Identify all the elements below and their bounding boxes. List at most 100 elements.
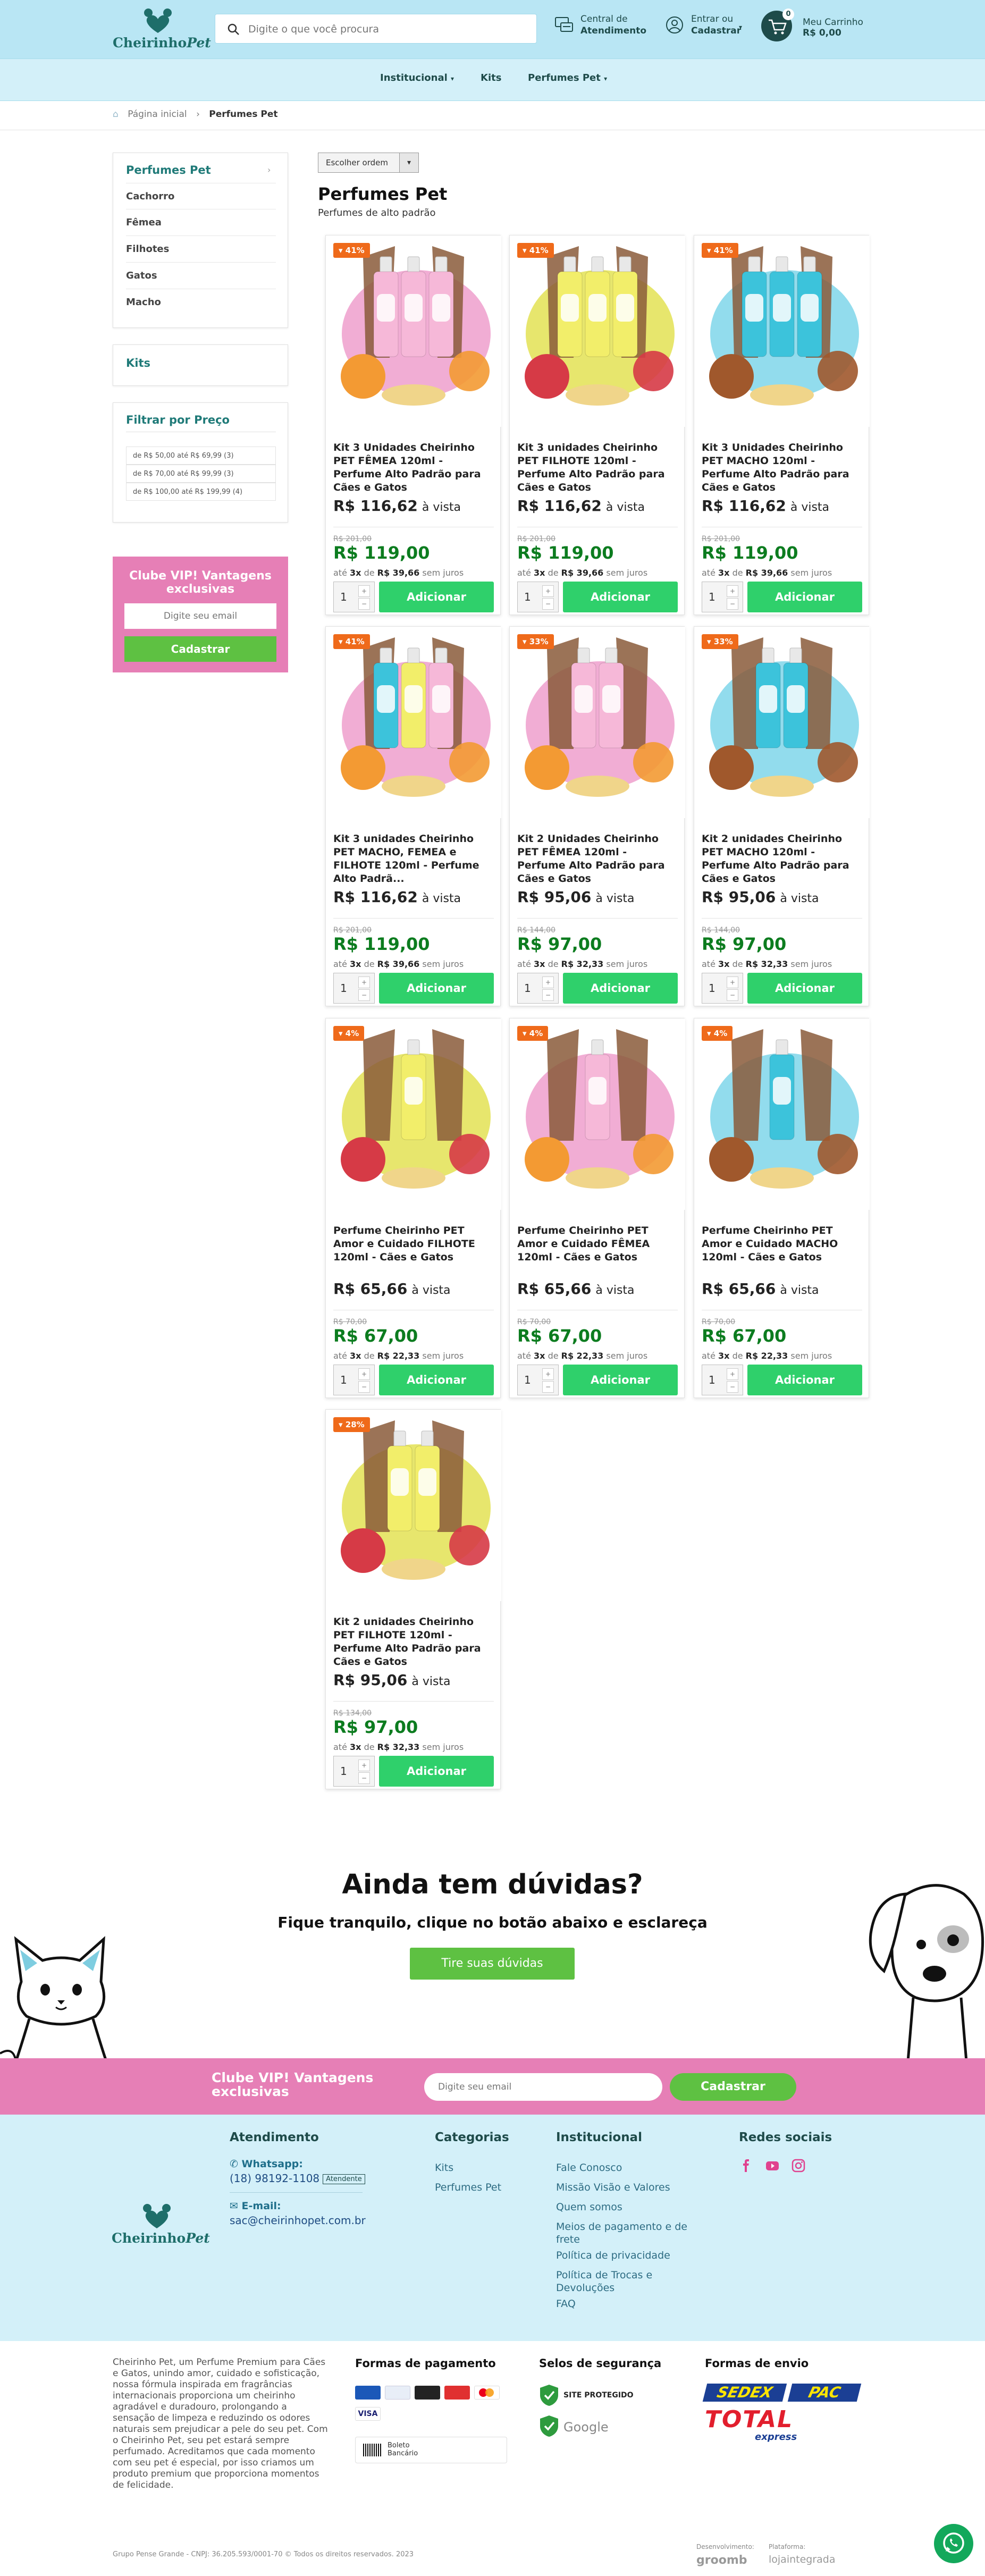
add-to-cart-button[interactable]: Adicionar bbox=[379, 973, 494, 1004]
quantity-stepper[interactable]: 1 + − bbox=[333, 1756, 375, 1787]
quantity-value[interactable]: 1 bbox=[709, 982, 715, 995]
facebook-icon[interactable] bbox=[739, 2158, 754, 2173]
quantity-stepper[interactable]: 1 + − bbox=[333, 1365, 375, 1395]
add-to-cart-button[interactable]: Adicionar bbox=[563, 973, 678, 1004]
quantity-value[interactable]: 1 bbox=[340, 1765, 347, 1778]
quantity-stepper[interactable]: 1 + − bbox=[517, 973, 559, 1004]
site-logo[interactable]: CheirinhoPet bbox=[113, 7, 211, 51]
footer-link[interactable]: Política de Trocas e bbox=[556, 2269, 687, 2282]
product-name[interactable]: Perfume Cheirinho PET Amor e Cuidado MAC… bbox=[702, 1224, 862, 1278]
quantity-value[interactable]: 1 bbox=[340, 982, 347, 995]
product-card[interactable]: ▾ 4% Perfume Cheirinho PET Amor e Cuidad… bbox=[694, 1018, 870, 1398]
footer-link[interactable]: Devoluções bbox=[556, 2282, 687, 2294]
product-image[interactable] bbox=[694, 627, 870, 818]
add-to-cart-button[interactable]: Adicionar bbox=[379, 1365, 494, 1395]
add-to-cart-button[interactable]: Adicionar bbox=[747, 582, 862, 612]
instagram-icon[interactable] bbox=[791, 2158, 806, 2173]
product-image[interactable] bbox=[510, 627, 685, 818]
product-card[interactable]: ▾ 33% Kit 2 Unidades Cheirinho PET FÊMEA… bbox=[509, 626, 685, 1006]
increment-icon[interactable]: + bbox=[358, 585, 370, 597]
product-card[interactable]: ▾ 41% Kit 3 unidades Cheirinho PET FILHO… bbox=[509, 235, 685, 615]
footer-link[interactable]: Kits bbox=[435, 2158, 509, 2178]
chevron-right-icon[interactable]: › bbox=[267, 165, 271, 175]
increment-icon[interactable]: + bbox=[358, 976, 370, 988]
nav-item-perfumes-pet[interactable]: Perfumes Pet ▾ bbox=[528, 72, 607, 83]
add-to-cart-button[interactable]: Adicionar bbox=[379, 1756, 494, 1787]
product-image[interactable] bbox=[326, 235, 501, 427]
decrement-icon[interactable]: − bbox=[542, 598, 554, 610]
decrement-icon[interactable]: − bbox=[358, 1381, 370, 1393]
product-card[interactable]: ▾ 28% Kit 2 unidades Cheirinho PET FILHO… bbox=[325, 1409, 501, 1789]
email-address[interactable]: sac@cheirinhopet.com.br bbox=[230, 2214, 389, 2227]
quantity-stepper[interactable]: 1 + − bbox=[702, 973, 743, 1004]
vip-signup-button[interactable]: Cadastrar bbox=[124, 636, 276, 662]
product-name[interactable]: Kit 3 Unidades Cheirinho PET MACHO 120ml… bbox=[702, 441, 862, 495]
quantity-stepper[interactable]: 1 + − bbox=[517, 1365, 559, 1395]
nav-item-kits[interactable]: Kits bbox=[481, 72, 501, 83]
product-name[interactable]: Kit 2 Unidades Cheirinho PET FÊMEA 120ml… bbox=[517, 832, 678, 887]
product-card[interactable]: ▾ 41% Kit 3 unidades Cheirinho PET MACHO… bbox=[325, 626, 501, 1006]
newsletter-email-input[interactable] bbox=[424, 2073, 662, 2101]
add-to-cart-button[interactable]: Adicionar bbox=[379, 582, 494, 612]
quantity-value[interactable]: 1 bbox=[709, 1374, 715, 1386]
decrement-icon[interactable]: − bbox=[727, 989, 738, 1001]
youtube-icon[interactable] bbox=[765, 2158, 780, 2173]
vip-email-input[interactable] bbox=[124, 603, 276, 629]
groomb-logo[interactable]: groomb bbox=[696, 2554, 747, 2567]
decrement-icon[interactable]: − bbox=[542, 989, 554, 1001]
footer-link[interactable]: Política de privacidade bbox=[556, 2246, 687, 2266]
product-image[interactable] bbox=[510, 235, 685, 427]
search-input[interactable] bbox=[248, 18, 525, 41]
quantity-stepper[interactable]: 1 + − bbox=[333, 582, 375, 612]
add-to-cart-button[interactable]: Adicionar bbox=[563, 582, 678, 612]
sidebar-item-filhotes[interactable]: Filhotes bbox=[126, 236, 276, 263]
increment-icon[interactable]: + bbox=[358, 1760, 370, 1771]
sidebar-item-cachorro[interactable]: Cachorro bbox=[126, 183, 276, 209]
nav-item-institucional[interactable]: Institucional ▾ bbox=[380, 72, 454, 83]
home-icon[interactable]: ⌂ bbox=[113, 109, 119, 120]
whatsapp-number[interactable]: (18) 98192-1108 Atendente bbox=[230, 2172, 389, 2185]
product-name[interactable]: Perfume Cheirinho PET Amor e Cuidado FÊM… bbox=[517, 1224, 678, 1278]
product-card[interactable]: ▾ 33% Kit 2 unidades Cheirinho PET MACHO… bbox=[694, 626, 870, 1006]
price-range-option[interactable]: de R$ 70,00 até R$ 99,99 (3) bbox=[126, 465, 276, 483]
increment-icon[interactable]: + bbox=[727, 585, 738, 597]
product-name[interactable]: Kit 2 unidades Cheirinho PET MACHO 120ml… bbox=[702, 832, 862, 887]
sidebar-item-gatos[interactable]: Gatos bbox=[126, 263, 276, 289]
category-title[interactable]: Perfumes Pet bbox=[126, 164, 211, 176]
decrement-icon[interactable]: − bbox=[358, 989, 370, 1001]
price-range-option[interactable]: de R$ 100,00 até R$ 199,99 (4) bbox=[126, 483, 276, 501]
quantity-value[interactable]: 1 bbox=[524, 1374, 531, 1386]
decrement-icon[interactable]: − bbox=[542, 1381, 554, 1393]
sidebar-item-femea[interactable]: Fêmea bbox=[126, 209, 276, 236]
quantity-stepper[interactable]: 1 + − bbox=[702, 582, 743, 612]
footer-link[interactable]: Quem somos bbox=[556, 2198, 687, 2217]
product-card[interactable]: ▾ 41% Kit 3 Unidades Cheirinho PET FÊMEA… bbox=[325, 235, 501, 615]
faq-button[interactable]: Tire suas dúvidas bbox=[410, 1948, 575, 1980]
product-card[interactable]: ▾ 4% Perfume Cheirinho PET Amor e Cuidad… bbox=[509, 1018, 685, 1398]
quantity-value[interactable]: 1 bbox=[524, 591, 531, 603]
footer-link[interactable]: Perfumes Pet bbox=[435, 2178, 509, 2198]
product-name[interactable]: Kit 2 unidades Cheirinho PET FILHOTE 120… bbox=[333, 1615, 494, 1670]
increment-icon[interactable]: + bbox=[727, 976, 738, 988]
increment-icon[interactable]: + bbox=[542, 1368, 554, 1380]
cart-link[interactable]: 0 Meu Carrinho R$ 0,00 bbox=[761, 9, 878, 43]
footer-link[interactable]: FAQ bbox=[556, 2294, 687, 2314]
login-link[interactable]: Entrar ou Cadastrar ▾ bbox=[664, 12, 750, 44]
newsletter-signup-button[interactable]: Cadastrar bbox=[670, 2073, 796, 2101]
breadcrumb-home[interactable]: Página inicial bbox=[128, 109, 187, 120]
product-image[interactable] bbox=[326, 627, 501, 818]
increment-icon[interactable]: + bbox=[542, 585, 554, 597]
price-range-option[interactable]: de R$ 50,00 até R$ 69,99 (3) bbox=[126, 447, 276, 465]
customer-service-link[interactable]: Central de Atendimento bbox=[554, 12, 655, 44]
quantity-value[interactable]: 1 bbox=[340, 591, 347, 603]
footer-link[interactable]: Missão Visão e Valores bbox=[556, 2178, 687, 2198]
footer-link[interactable]: frete bbox=[556, 2233, 687, 2246]
kits-title[interactable]: Kits bbox=[126, 357, 150, 369]
quantity-value[interactable]: 1 bbox=[524, 982, 531, 995]
decrement-icon[interactable]: − bbox=[727, 598, 738, 610]
quantity-stepper[interactable]: 1 + − bbox=[517, 582, 559, 612]
increment-icon[interactable]: + bbox=[358, 1368, 370, 1380]
product-name[interactable]: Perfume Cheirinho PET Amor e Cuidado FIL… bbox=[333, 1224, 494, 1278]
product-card[interactable]: ▾ 41% Kit 3 Unidades Cheirinho PET MACHO… bbox=[694, 235, 870, 615]
decrement-icon[interactable]: − bbox=[727, 1381, 738, 1393]
